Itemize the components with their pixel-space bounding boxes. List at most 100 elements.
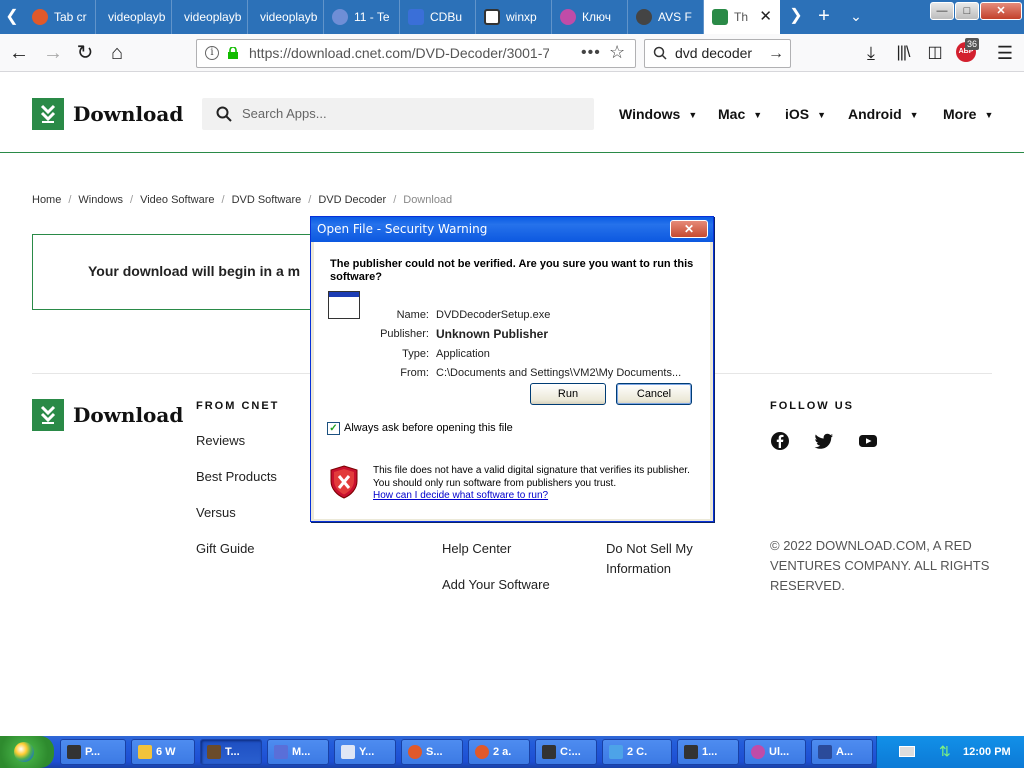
- taskbar-button[interactable]: 2 a.: [468, 739, 530, 765]
- taskbar-button[interactable]: 6 W: [131, 739, 195, 765]
- browser-tab[interactable]: 11 - Te: [324, 0, 400, 34]
- site-search-input[interactable]: Search Apps...: [242, 98, 327, 130]
- tab-scroll-left-icon[interactable]: ❮: [0, 0, 24, 34]
- browser-tab[interactable]: Ключ: [552, 0, 628, 34]
- cancel-button[interactable]: Cancel: [616, 383, 692, 405]
- close-window-icon[interactable]: ✕: [980, 2, 1022, 20]
- site-logo-text[interactable]: Download: [73, 102, 183, 126]
- bookmark-star-icon[interactable]: ☆: [609, 42, 625, 63]
- firefox-icon: [408, 745, 422, 759]
- tab-strip: ❮ Tab cr videoplayb videoplayb videoplay…: [0, 0, 1024, 34]
- browser-tab[interactable]: videoplayb: [248, 0, 324, 34]
- search-bar[interactable]: dvd decoder →: [644, 39, 791, 68]
- breadcrumb-dvd-software[interactable]: DVD Software: [232, 194, 302, 206]
- type-value: Application: [436, 348, 490, 360]
- taskbar-button[interactable]: P...: [60, 739, 126, 765]
- footer-link-help-center[interactable]: Help Center: [442, 541, 511, 556]
- caret-down-icon: ▼: [753, 110, 763, 121]
- nav-more[interactable]: More ▼: [943, 106, 993, 122]
- signature-warning-text: This file does not have a valid digital …: [373, 465, 690, 489]
- keyboard-icon[interactable]: [899, 746, 915, 757]
- taskbar-button[interactable]: 1...: [677, 739, 739, 765]
- browser-tab-active[interactable]: Th ✕: [704, 0, 780, 34]
- search-input[interactable]: dvd decoder: [675, 40, 752, 67]
- header-divider: [0, 152, 1024, 153]
- downloads-icon[interactable]: ⤓: [856, 38, 886, 68]
- browser-tab[interactable]: CDBu: [400, 0, 476, 34]
- search-go-icon[interactable]: →: [768, 40, 784, 67]
- new-tab-icon[interactable]: +: [810, 0, 838, 34]
- twitter-icon[interactable]: [814, 431, 834, 451]
- taskbar-button[interactable]: C:...: [535, 739, 597, 765]
- dialog-titlebar[interactable]: Open File - Security Warning ✕: [311, 217, 713, 242]
- url-bar[interactable]: i https://download.cnet.com/DVD-Decoder/…: [196, 39, 636, 68]
- taskbar-button[interactable]: 2 C.: [602, 739, 672, 765]
- download-logo-icon[interactable]: [32, 98, 64, 130]
- maximize-icon[interactable]: □: [955, 2, 979, 20]
- always-ask-checkbox[interactable]: ✓: [327, 422, 340, 435]
- nav-ios[interactable]: iOS ▼: [785, 106, 826, 122]
- minimize-icon[interactable]: —: [930, 2, 954, 20]
- nav-windows[interactable]: Windows ▼: [619, 106, 697, 122]
- footer-logo-text[interactable]: Download: [73, 403, 183, 427]
- network-icon[interactable]: ⇅: [939, 743, 951, 760]
- taskbar-button[interactable]: M...: [267, 739, 329, 765]
- facebook-icon[interactable]: [770, 431, 790, 451]
- clock[interactable]: 12:00 PM: [963, 736, 1011, 768]
- taskbar-button[interactable]: Ul...: [744, 739, 806, 765]
- close-tab-icon[interactable]: ✕: [759, 0, 772, 34]
- footer-link-best-products[interactable]: Best Products: [196, 469, 277, 484]
- sidebar-icon[interactable]: ◫: [920, 38, 950, 68]
- footer-link-versus[interactable]: Versus: [196, 505, 236, 520]
- footer-logo-icon[interactable]: [32, 399, 64, 431]
- reload-icon[interactable]: ↻: [70, 38, 100, 68]
- browser-tab[interactable]: Tab cr: [24, 0, 96, 34]
- youtube-icon[interactable]: [858, 431, 878, 451]
- footer-link-reviews[interactable]: Reviews: [196, 433, 245, 448]
- browser-tab[interactable]: AVS F: [628, 0, 704, 34]
- tab-scroll-right-icon[interactable]: ❯: [782, 0, 810, 34]
- taskbar-button[interactable]: S...: [401, 739, 463, 765]
- url-text[interactable]: https://download.cnet.com/DVD-Decoder/30…: [249, 40, 549, 67]
- browser-tab[interactable]: videoplayb: [172, 0, 248, 34]
- browser-toolbar: ← → ↻ ⌂ i https://download.cnet.com/DVD-…: [0, 34, 1024, 72]
- library-icon[interactable]: |||\: [888, 38, 918, 68]
- breadcrumb-dvd-decoder[interactable]: DVD Decoder: [318, 194, 386, 206]
- breadcrumb-video-software[interactable]: Video Software: [140, 194, 214, 206]
- search-icon: [653, 46, 667, 60]
- tab-list-icon[interactable]: ⌄: [842, 0, 870, 34]
- breadcrumb-home[interactable]: Home: [32, 194, 61, 206]
- taskbar-button[interactable]: Y...: [334, 739, 396, 765]
- app-icon: [341, 745, 355, 759]
- 7zip-icon: [684, 745, 698, 759]
- system-tray: ⇅ 12:00 PM: [876, 736, 1024, 768]
- taskbar-button-active[interactable]: T...: [200, 739, 262, 765]
- back-icon[interactable]: ←: [4, 38, 34, 68]
- firefox-icon: [475, 745, 489, 759]
- help-link[interactable]: How can I decide what software to run?: [373, 490, 548, 501]
- footer-link-do-not-sell[interactable]: Do Not Sell My Information: [606, 539, 716, 579]
- run-button[interactable]: Run: [530, 383, 606, 405]
- dialog-close-icon[interactable]: ✕: [670, 220, 708, 238]
- footer-link-add-software[interactable]: Add Your Software: [442, 577, 550, 592]
- library-favicon-icon: [484, 9, 500, 25]
- forward-icon[interactable]: →: [38, 38, 68, 68]
- home-icon[interactable]: ⌂: [102, 38, 132, 68]
- browser-tab[interactable]: winxp: [476, 0, 552, 34]
- menu-icon[interactable]: ☰: [990, 38, 1020, 68]
- footer-link-gift-guide[interactable]: Gift Guide: [196, 541, 255, 556]
- nav-mac[interactable]: Mac ▼: [718, 106, 762, 122]
- download-favicon-icon: [712, 9, 728, 25]
- breadcrumb-windows[interactable]: Windows: [78, 194, 123, 206]
- app-icon: [751, 745, 765, 759]
- site-search-box[interactable]: Search Apps...: [202, 98, 594, 130]
- start-button[interactable]: [0, 736, 54, 768]
- browser-tab[interactable]: videoplayb: [96, 0, 172, 34]
- nav-android[interactable]: Android ▼: [848, 106, 919, 122]
- footer-follow-heading: FOLLOW US: [770, 400, 854, 412]
- taskbar-button[interactable]: A...: [811, 739, 873, 765]
- info-icon[interactable]: i: [205, 46, 219, 60]
- footer-from-cnet-heading: FROM CNET: [196, 400, 280, 412]
- page-actions-icon[interactable]: •••: [581, 40, 601, 65]
- always-ask-label[interactable]: Always ask before opening this file: [344, 422, 513, 434]
